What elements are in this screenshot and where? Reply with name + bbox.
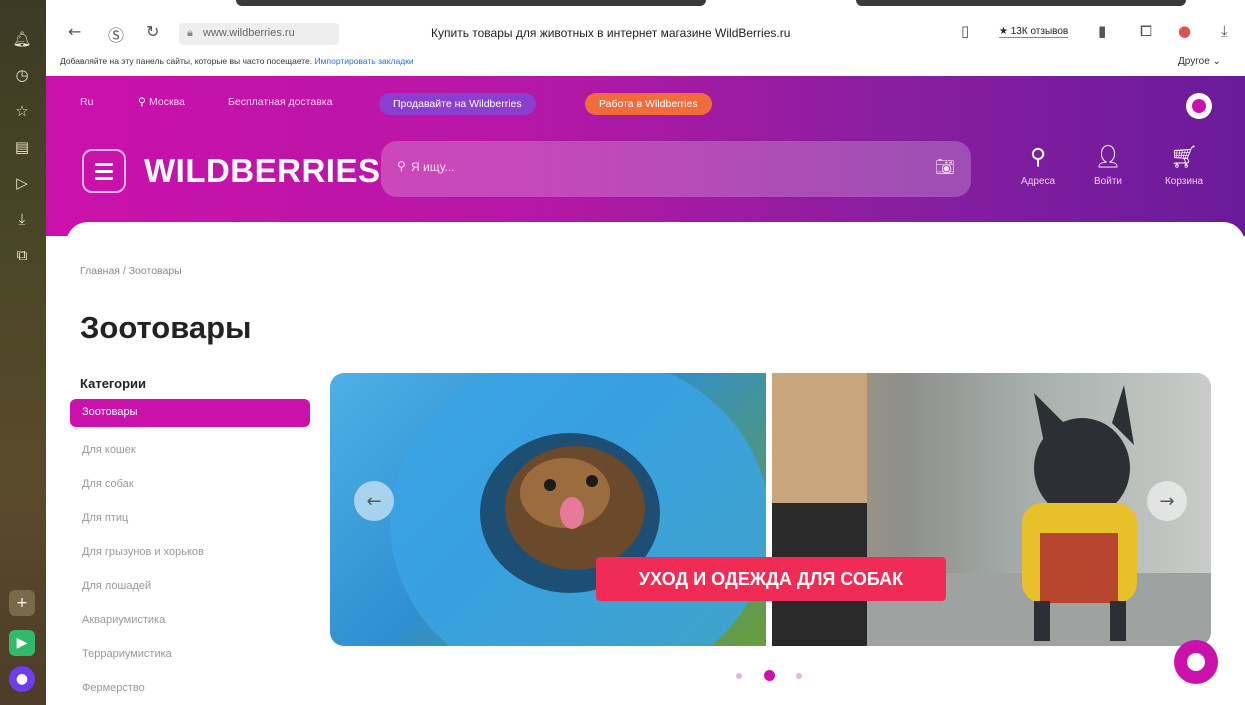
cart-icon: 🛒︎ <box>1170 145 1198 170</box>
address-text: www.wildberries.ru <box>203 27 295 39</box>
login-label: Войти <box>1094 176 1122 187</box>
category-item[interactable]: Для собак <box>82 478 134 490</box>
chat-fab-button[interactable] <box>1174 640 1218 684</box>
dog-in-hoodie-illustration <box>390 373 770 646</box>
banner-image-dog-hoodie <box>330 373 770 646</box>
page-tab-title: Купить товары для животных в интернет ма… <box>431 26 791 40</box>
carousel-dot[interactable] <box>736 673 742 679</box>
user-icon: 👤︎ <box>1094 145 1122 170</box>
alice-icon[interactable]: ● <box>9 666 35 692</box>
import-bookmarks-link[interactable]: Импортировать закладки <box>315 56 414 66</box>
category-item[interactable]: Террариумистика <box>82 648 172 660</box>
browser-sidebar: 🔔︎ ◷ ☆ ▤ ▷ ⤓ ⧉ + ▶ ● <box>0 0 46 705</box>
location-pin-icon: ⚲ <box>138 96 150 108</box>
carousel-dot-active[interactable] <box>764 670 775 681</box>
addresses-button[interactable]: ⚲ Адреса <box>1008 144 1068 187</box>
wildberries-logo[interactable]: WILDBERRIES <box>144 152 381 190</box>
arrow-right-icon[interactable]: → <box>1147 481 1187 521</box>
other-bookmarks[interactable]: Другое ⌄ <box>1178 56 1221 67</box>
work-at-wb-button[interactable]: Работа в Wildberries <box>585 93 712 115</box>
category-item[interactable]: Для лошадей <box>82 580 151 592</box>
page-title: Зоотовары <box>80 310 252 345</box>
support-chat-icon[interactable] <box>1186 93 1212 119</box>
cart-label: Корзина <box>1164 176 1204 187</box>
play-icon[interactable]: ▷ <box>11 172 33 194</box>
map-pin-icon: ⚲ <box>1029 145 1047 170</box>
app-player-icon[interactable]: ▶ <box>9 630 35 656</box>
bookmarks-hint: Добавляйте на эту панель сайты, которые … <box>60 56 313 66</box>
search-input[interactable]: ⚲ Я ищу... 📷︎ <box>381 141 971 197</box>
protect-icon[interactable]: Ⓢ <box>108 22 124 46</box>
tab-strip <box>46 0 1245 8</box>
category-item[interactable]: Для птиц <box>82 512 128 524</box>
add-app-icon[interactable]: + <box>9 590 35 616</box>
camera-search-icon[interactable]: 📷︎ <box>935 157 955 176</box>
notes-icon[interactable]: ▤ <box>11 136 33 158</box>
currency-selector[interactable]: Ru <box>80 96 93 108</box>
bell-icon[interactable]: 🔔︎ <box>11 28 33 50</box>
category-item[interactable]: Для кошек <box>82 444 136 456</box>
menu-burger-button[interactable] <box>82 149 126 193</box>
banner-image-bulldog <box>772 373 1211 646</box>
category-item[interactable]: Для грызунов и хорьков <box>82 546 204 558</box>
sell-on-wb-button[interactable]: Продавайте на Wildberries <box>379 93 536 115</box>
categories-heading: Категории <box>80 376 147 391</box>
reviews-badge[interactable]: ★ 13К отзывов <box>999 26 1069 38</box>
category-item[interactable]: Аквариумистика <box>82 614 165 626</box>
lock-icon: 🔒︎ <box>187 26 193 39</box>
login-button[interactable]: 👤︎ Войти <box>1078 144 1138 187</box>
download-panel-icon[interactable]: ⤓ <box>11 208 33 230</box>
free-delivery-link[interactable]: Бесплатная доставка <box>228 96 332 108</box>
bookmark-icon[interactable]: ▮ <box>1098 22 1106 40</box>
category-item[interactable]: Фермерство <box>82 682 145 694</box>
addresses-label: Адреса <box>1020 176 1056 187</box>
history-icon[interactable]: ◷ <box>11 64 33 86</box>
carousel-dot[interactable] <box>796 673 802 679</box>
site-header: Ru ⚲ Москва Бесплатная доставка Продавай… <box>46 76 1245 236</box>
promo-banner[interactable]: УХОД И ОДЕЖДА ДЛЯ СОБАК ← → <box>330 373 1211 646</box>
search-placeholder: Я ищу... <box>411 160 455 174</box>
promo-label: УХОД И ОДЕЖДА ДЛЯ СОБАК <box>596 557 946 601</box>
city-selector[interactable]: ⚲ Москва <box>138 96 185 108</box>
category-item-active[interactable]: Зоотовары <box>70 399 310 427</box>
star-icon[interactable]: ☆ <box>11 100 33 122</box>
download-icon[interactable]: ⤓ <box>1221 22 1228 40</box>
bulldog-illustration <box>772 373 1211 646</box>
reload-icon[interactable]: ↻ <box>146 22 159 41</box>
browser-toolbar: ← Ⓢ ↻ 🔒︎ www.wildberries.ru Купить товар… <box>46 0 1245 76</box>
breadcrumb[interactable]: Главная / Зоотовары <box>80 265 182 277</box>
profile-icon[interactable]: ● <box>1178 22 1191 40</box>
arrow-left-icon[interactable]: ← <box>354 481 394 521</box>
bookmarks-bar: Добавляйте на эту панель сайты, которые … <box>60 56 414 66</box>
search-icon: ⚲ <box>397 159 406 173</box>
reader-icon[interactable]: ▯ <box>961 22 969 40</box>
back-icon[interactable]: ← <box>68 22 81 41</box>
screens-icon[interactable]: ⧉ <box>11 244 33 266</box>
cart-button[interactable]: 🛒︎ Корзина <box>1154 144 1214 187</box>
address-bar[interactable]: 🔒︎ www.wildberries.ru <box>179 23 339 45</box>
extensions-icon[interactable]: ⧠ <box>1140 22 1152 40</box>
chat-bubble-icon <box>1187 653 1205 671</box>
city-label: Москва <box>149 96 185 108</box>
content-card: Главная / Зоотовары Зоотовары Категории … <box>66 222 1245 705</box>
